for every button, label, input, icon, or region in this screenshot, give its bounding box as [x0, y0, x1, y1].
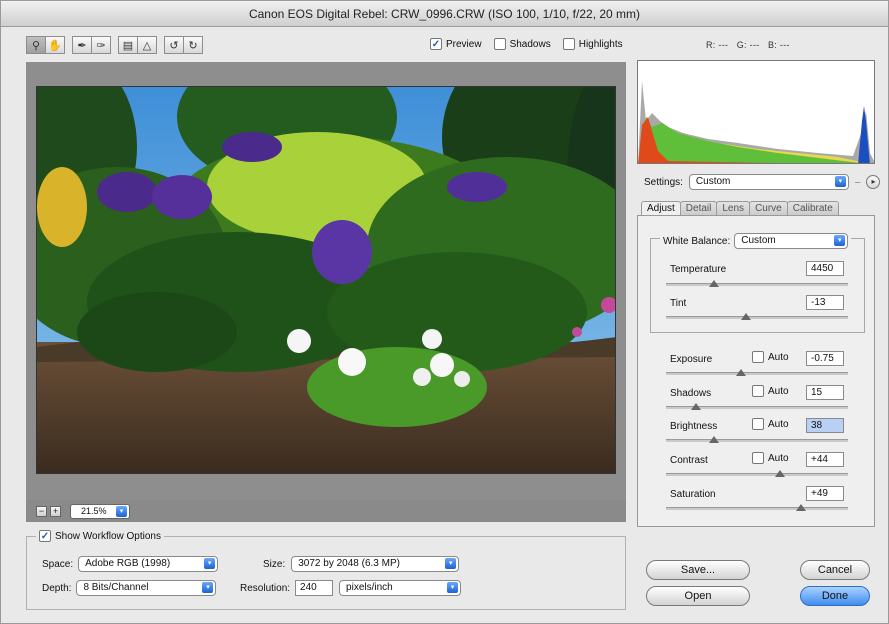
tab-lens[interactable]: Lens	[716, 201, 751, 216]
brightness-input[interactable]: 38	[806, 418, 844, 433]
contrast-slider-thumb[interactable]	[775, 470, 785, 477]
shadows-clipping-checkbox[interactable]: Shadows	[493, 38, 551, 50]
workflow-options-header: ✓ Show Workflow Options	[36, 530, 164, 542]
exposure-input[interactable]: -0.75	[806, 351, 844, 366]
shadows-input[interactable]: 15	[806, 385, 844, 400]
saturation-label: Saturation	[670, 489, 716, 500]
window-title: Canon EOS Digital Rebel: CRW_0996.CRW (I…	[1, 1, 888, 27]
contrast-slider[interactable]	[666, 473, 848, 476]
brightness-auto-checkbox[interactable]: Auto	[752, 418, 789, 430]
exposure-auto-checkbox[interactable]: Auto	[752, 351, 789, 363]
preview-image[interactable]	[36, 86, 616, 474]
contrast-input[interactable]: +44	[806, 452, 844, 467]
contrast-auto-checkbox[interactable]: Auto	[752, 452, 789, 464]
workflow-options-group	[26, 536, 626, 610]
tint-slider-thumb[interactable]	[741, 313, 751, 320]
done-button[interactable]: Done	[800, 586, 870, 606]
exposure-slider[interactable]	[666, 372, 848, 375]
zoom-icon[interactable]: ⚲	[26, 36, 46, 54]
shadows-auto-checkbox[interactable]: Auto	[752, 385, 789, 397]
straighten-icon[interactable]: △	[137, 36, 157, 54]
tab-adjust[interactable]: Adjust	[641, 201, 681, 216]
shadows-slider-thumb[interactable]	[691, 403, 701, 410]
settings-select[interactable]: Custom ▾	[688, 174, 849, 190]
temperature-label: Temperature	[670, 264, 727, 275]
chevron-down-icon: ▾	[834, 235, 846, 246]
tint-input[interactable]: -13	[806, 295, 844, 310]
tab-detail[interactable]: Detail	[679, 201, 718, 216]
highlights-clipping-checkbox[interactable]: Highlights	[562, 38, 623, 50]
tint-slider[interactable]	[666, 316, 848, 319]
rgb-readout: R: --- G: --- B: ---	[706, 40, 790, 50]
zoom-out-button[interactable]: −	[36, 505, 47, 517]
white-balance-select[interactable]: Custom ▾	[734, 233, 849, 249]
chevron-down-icon: ▾	[834, 176, 846, 187]
histogram	[637, 60, 875, 164]
rotate-right-icon[interactable]: ↻	[183, 36, 203, 54]
zoom-level-select[interactable]: 21.5% ▾	[70, 503, 130, 519]
color-sampler-icon[interactable]: ✑	[91, 36, 111, 54]
cancel-button[interactable]: Cancel	[800, 560, 870, 580]
resolution-row: Resolution: 240 pixels/inch ▾	[240, 580, 462, 596]
depth-select[interactable]: 8 Bits/Channel ▾	[76, 580, 217, 596]
crop-icon[interactable]: ▤	[118, 36, 138, 54]
size-select[interactable]: 3072 by 2048 (6.3 MP) ▾	[291, 556, 460, 572]
chevron-down-icon: ▾	[447, 582, 459, 593]
space-select[interactable]: Adobe RGB (1998) ▾	[78, 556, 219, 572]
brightness-label: Brightness	[670, 421, 718, 432]
brightness-slider[interactable]	[666, 439, 848, 442]
saturation-slider-thumb[interactable]	[796, 504, 806, 511]
contrast-label: Contrast	[670, 455, 708, 466]
saturation-input[interactable]: +49	[806, 486, 844, 501]
resolution-input[interactable]: 240	[295, 580, 334, 596]
settings-row: Settings: Custom ▾ – ▸	[644, 174, 881, 190]
panel-tabs: Adjust Detail Lens Curve Calibrate	[641, 201, 839, 216]
chevron-down-icon: ▾	[202, 582, 214, 593]
zoom-in-button[interactable]: +	[50, 505, 61, 517]
temperature-slider[interactable]	[666, 283, 848, 286]
play-icon: ▸	[871, 177, 876, 186]
preview-options: ✓ Preview Shadows Highlights	[430, 38, 623, 50]
tab-calibrate[interactable]: Calibrate	[786, 201, 839, 216]
checkmark-icon: ✓	[430, 38, 442, 50]
exposure-label: Exposure	[670, 354, 713, 365]
checkmark-icon: ✓	[39, 530, 51, 542]
size-row: Size: 3072 by 2048 (6.3 MP) ▾	[263, 556, 460, 572]
rotate-left-icon[interactable]: ↺	[164, 36, 184, 54]
space-row: Space: Adobe RGB (1998) ▾	[42, 556, 219, 572]
resolution-unit-select[interactable]: pixels/inch ▾	[339, 580, 462, 596]
depth-row: Depth: 8 Bits/Channel ▾	[42, 580, 217, 596]
temperature-input[interactable]: 4450	[806, 261, 844, 276]
exposure-slider-thumb[interactable]	[736, 369, 746, 376]
chevron-down-icon: ▾	[445, 558, 457, 569]
open-button[interactable]: Open	[646, 586, 750, 606]
show-workflow-options-checkbox[interactable]: ✓ Show Workflow Options	[39, 530, 161, 542]
saturation-slider[interactable]	[666, 507, 848, 510]
white-balance-row: White Balance: Custom ▾	[660, 233, 852, 249]
zoom-bar: − + 21.5% ▾	[26, 500, 626, 522]
shadows-label: Shadows	[670, 388, 712, 399]
tab-curve[interactable]: Curve	[749, 201, 788, 216]
tool-bar: ⚲ ✋ ✒ ✑ ▤ △ ↺ ↻	[26, 36, 203, 54]
temperature-slider-thumb[interactable]	[709, 280, 719, 287]
eyedropper-icon[interactable]: ✒	[72, 36, 92, 54]
tint-label: Tint	[670, 298, 687, 309]
preview-checkbox[interactable]: ✓ Preview	[430, 38, 482, 50]
brightness-slider-thumb[interactable]	[709, 436, 719, 443]
chevron-down-icon: ▾	[204, 558, 216, 569]
settings-menu-button[interactable]: ▸	[866, 175, 881, 189]
chevron-down-icon: ▾	[116, 505, 127, 517]
save-button[interactable]: Save...	[646, 560, 750, 580]
hand-icon[interactable]: ✋	[45, 36, 65, 54]
